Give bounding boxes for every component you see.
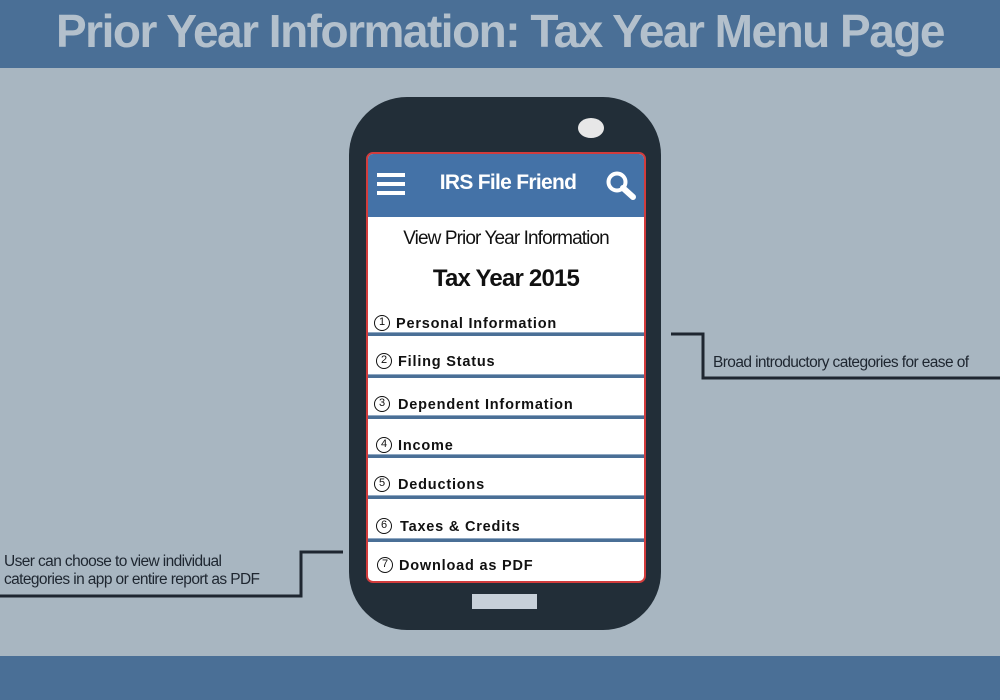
left-callout-text-line2: categories in app or entire report as PD… [4, 571, 260, 588]
menu-item-number: 1 [374, 315, 390, 331]
app-title: IRS File Friend [439, 171, 577, 194]
menu-item-label: Income [398, 438, 454, 454]
menu-item-number: 4 [376, 437, 392, 453]
menu-item-label: Dependent Information [398, 397, 574, 413]
menu-item-deductions[interactable]: 5 Deductions [368, 469, 644, 505]
phone-speaker-icon [578, 118, 604, 138]
screen-subtitle: View Prior Year Information [403, 228, 609, 249]
menu-item-number: 5 [374, 476, 390, 492]
menu-item-number: 6 [376, 518, 392, 534]
menu-item-label: Personal Information [396, 316, 558, 332]
menu-item-income[interactable]: 4 Income [368, 430, 644, 466]
menu-item-label: Taxes & Credits [400, 519, 521, 535]
slide-title: Prior Year Information: Tax Year Menu Pa… [56, 5, 946, 57]
phone-home-button[interactable] [472, 594, 537, 609]
search-icon[interactable] [605, 170, 637, 200]
menu-divider [368, 495, 644, 499]
menu-item-number: 3 [374, 396, 390, 412]
menu-divider [368, 538, 644, 542]
menu-item-label: Filing Status [398, 354, 496, 370]
menu-item-dependent-information[interactable]: 3 Dependent Information [368, 389, 644, 425]
menu-item-number: 7 [377, 557, 393, 573]
menu-item-number: 2 [376, 353, 392, 369]
menu-divider [368, 454, 644, 458]
phone-screen: IRS File Friend View Prior Year Informat… [366, 152, 646, 583]
menu-item-personal-information[interactable]: 1 Personal Information [368, 308, 644, 344]
menu-item-label: Download as PDF [399, 558, 534, 574]
app-header: IRS File Friend [368, 154, 644, 217]
tax-year-heading: Tax Year 2015 [432, 265, 580, 292]
bottom-banner [0, 656, 1000, 700]
menu-divider [368, 415, 644, 419]
left-callout-text-line1: User can choose to view individual [4, 553, 222, 570]
menu-divider [368, 332, 644, 336]
menu-divider [368, 374, 644, 378]
hamburger-menu-icon[interactable] [377, 173, 405, 195]
right-callout-text: Broad introductory categories for ease o… [713, 354, 969, 371]
menu-item-label: Deductions [398, 477, 485, 493]
menu-item-download-pdf[interactable]: 7 Download as PDF [368, 550, 644, 581]
